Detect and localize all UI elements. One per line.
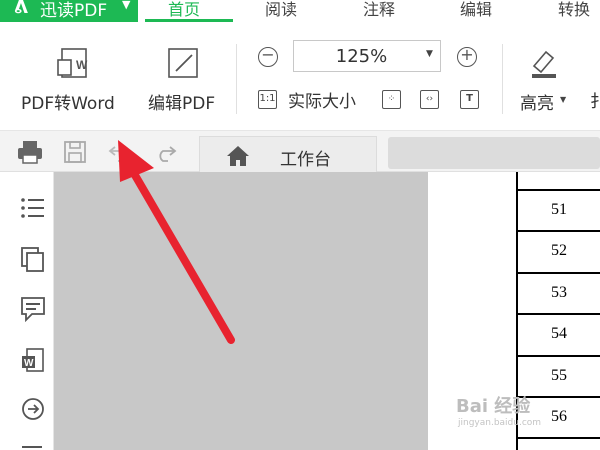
pdf-to-word-button[interactable]: W PDF转Word [14,44,124,116]
redo-icon[interactable] [152,141,178,163]
table-row-line [516,272,600,274]
pdf-to-word-label: PDF转Word [21,94,115,114]
tab-edit[interactable]: 编辑 [460,0,492,20]
workspace-tab-label: 工作台 [280,150,331,170]
edit-pdf-label: 编辑PDF [148,94,216,114]
tab-read[interactable]: 阅读 [265,0,297,20]
undo-icon[interactable] [108,141,132,163]
left-sidebar: W [0,172,54,450]
pdf-to-word-icon: W [57,48,88,78]
home-icon [227,146,249,166]
app-name: 迅读PDF [40,1,108,21]
quick-access-bar: 工作台 [0,130,600,173]
comment-icon[interactable] [20,296,46,322]
ribbon-toolbar: W PDF转Word 编辑PDF − 125% ▼ + 1:1 实际大小 ⁘ ‹… [0,22,600,130]
table-row-line [516,437,600,439]
outline-icon[interactable] [20,196,46,220]
tab-annotate[interactable]: 注释 [363,0,395,20]
divider [502,44,503,114]
text-select-icon[interactable]: T [460,90,479,109]
fit-page-icon[interactable]: ⁘ [382,90,401,109]
chevron-down-icon: ▼ [426,49,433,59]
logo-icon: ᕕ [14,0,28,18]
word-icon[interactable]: W [20,347,46,373]
watermark: Bai 经验 [456,396,531,417]
table-cell: 53 [551,284,567,301]
menu-bar: ᕕ 迅读PDF ▼ 首页 阅读 注释 编辑 转换 [0,0,600,22]
highlight-button[interactable]: 高亮 ▼ [518,44,578,116]
more-toolbar-item[interactable]: 扌 [590,87,600,112]
tab-home[interactable]: 首页 [168,0,200,20]
edit-pdf-button[interactable]: 编辑PDF [144,44,224,116]
document-page [54,172,428,450]
more-sidebar-item[interactable] [22,446,42,448]
zoom-value: 125% [335,46,388,67]
zoom-select[interactable]: 125% ▼ [293,40,441,72]
edit-pdf-icon [168,48,198,78]
table-cell: 54 [551,325,567,342]
divider [236,44,237,114]
save-icon[interactable] [62,139,88,165]
svg-text:W: W [24,358,34,369]
actual-size-label[interactable]: 实际大小 [288,87,356,112]
document-tab[interactable] [388,137,600,169]
fit-width-icon[interactable]: ‹› [420,90,439,109]
pages-icon[interactable] [20,246,46,272]
tab-convert[interactable]: 转换 [558,0,590,20]
zoom-out-icon[interactable]: − [258,45,278,67]
chevron-down-icon: ▼ [122,0,131,11]
highlight-label: 高亮 [520,94,554,114]
app-menu-button[interactable]: ᕕ 迅读PDF ▼ [0,0,138,22]
workspace-tab[interactable]: 工作台 [199,136,377,173]
svg-text:W: W [76,58,88,72]
table-cell: 55 [551,367,567,384]
highlighter-icon [532,50,556,78]
print-icon[interactable] [16,139,44,165]
table-row-line [516,355,600,357]
actual-size-icon[interactable]: 1:1 [258,90,277,109]
convert-icon[interactable] [20,396,46,422]
table-cell: 51 [551,201,567,218]
zoom-in-icon[interactable]: + [457,45,477,67]
table-row-line [516,313,600,315]
table-row-line [516,189,600,191]
table-row-line [516,230,600,232]
watermark-url: jingyan.baidu.com [458,418,542,428]
chevron-down-icon: ▼ [560,95,567,104]
table-cell: 52 [551,242,567,259]
